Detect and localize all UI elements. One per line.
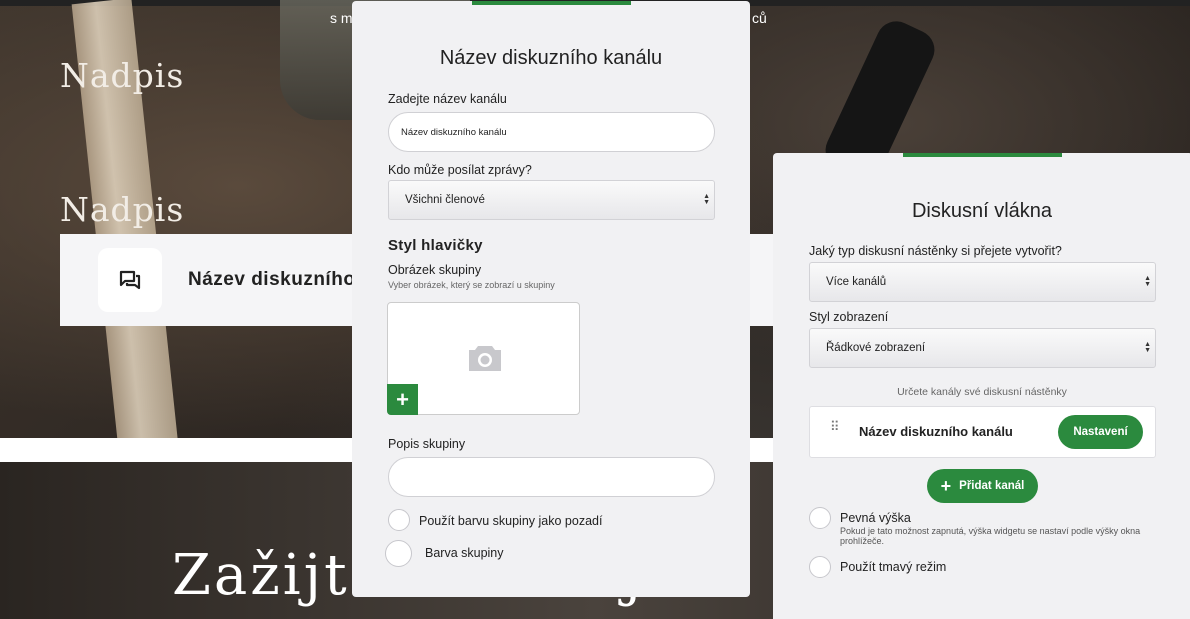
group-image-label: Obrázek skupiny (388, 263, 482, 277)
who-can-post-label: Kdo může posílat zprávy? (388, 163, 532, 177)
dark-mode-radio[interactable] (809, 556, 831, 578)
who-can-post-value: Všichni členové (405, 194, 485, 206)
channels-hint: Určete kanály své diskusní nástěnky (897, 386, 1067, 398)
group-color-swatch[interactable] (385, 540, 412, 567)
fixed-height-radio[interactable] (809, 507, 831, 529)
group-color-label: Barva skupiny (425, 546, 504, 560)
fixed-height-note: Pokud je tato možnost zapnutá, výška wid… (840, 526, 1141, 546)
display-style-label: Styl zobrazení (809, 310, 889, 324)
header-style-heading: Styl hlavičky (388, 237, 483, 254)
forum-icon (98, 248, 162, 312)
board-type-value: Více kanálů (826, 276, 887, 288)
select-arrows-icon: ▲ ▼ (1144, 341, 1151, 354)
group-image-upload[interactable]: + (387, 302, 580, 415)
group-description-input[interactable] (388, 457, 715, 497)
board-type-select[interactable]: Více kanálů ▲ ▼ (809, 262, 1156, 302)
channel-name-input[interactable]: Název diskuzního kanálu (388, 112, 715, 152)
channel-name-label: Zadejte název kanálu (388, 92, 507, 106)
channel-list-item[interactable]: ⠿ Název diskuzního kanálu Nastavení (809, 406, 1156, 458)
who-can-post-select[interactable]: Všichni členové ▲ ▼ (388, 180, 715, 220)
channel-name: Název diskuzního kanálu (859, 424, 1013, 439)
use-color-bg-radio[interactable] (388, 509, 410, 531)
channel-settings-button[interactable]: Nastavení (1058, 415, 1143, 449)
background-top-text-left: s m (330, 10, 353, 26)
background-heading: Nadpis (60, 190, 185, 229)
add-channel-button[interactable]: + Přidat kanál (927, 469, 1038, 503)
background-heading: Nadpis (60, 56, 185, 95)
panel-title: Diskusní vlákna (911, 200, 1053, 222)
group-description-label: Popis skupiny (388, 437, 466, 451)
discussion-threads-panel: Diskusní vlákna Jaký typ diskusní nástěn… (773, 153, 1190, 619)
plus-icon: + (940, 475, 952, 496)
background-top-text-right: ců (752, 10, 767, 26)
dark-mode-label: Použít tmavý režim (840, 560, 947, 574)
camera-icon (469, 346, 501, 371)
select-arrows-icon: ▲ ▼ (703, 193, 710, 206)
add-channel-label: Přidat kanál (959, 480, 1025, 492)
panel-title: Název diskuzního kanálu (439, 47, 663, 69)
display-style-select[interactable]: Řádkové zobrazení ▲ ▼ (809, 328, 1156, 368)
panel-accent-bar (903, 153, 1062, 157)
select-arrows-icon: ▲ ▼ (1144, 275, 1151, 288)
group-image-hint: Vyber obrázek, který se zobrazí u skupin… (388, 280, 555, 290)
display-style-value: Řádkové zobrazení (826, 342, 926, 354)
use-color-bg-label: Použít barvu skupiny jako pozadí (419, 514, 603, 528)
add-image-button[interactable]: + (387, 384, 418, 415)
fixed-height-label: Pevná výška (840, 511, 911, 525)
drag-handle-icon[interactable]: ⠿ (830, 420, 839, 433)
channel-settings-panel: Název diskuzního kanálu Zadejte název ka… (352, 1, 750, 597)
panel-accent-bar (472, 1, 631, 5)
board-type-label: Jaký typ diskusní nástěnky si přejete vy… (809, 244, 1062, 258)
